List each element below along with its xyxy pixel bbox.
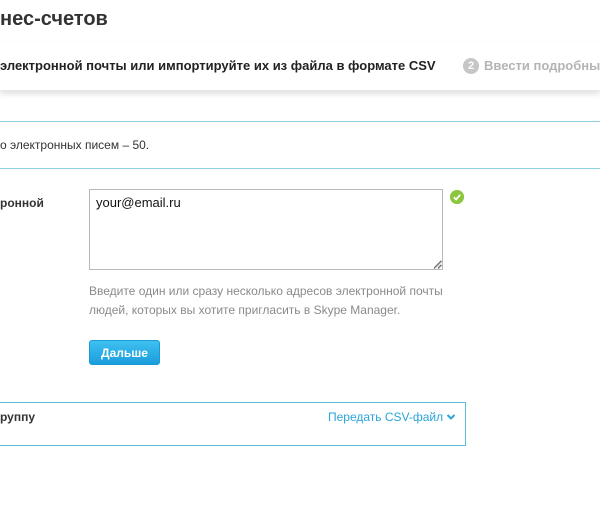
step-number-badge: 2 xyxy=(463,58,479,74)
group-panel: руппу Передать CSV-файл xyxy=(0,402,466,446)
resize-grip-icon[interactable] xyxy=(432,259,442,269)
divider-bottom xyxy=(0,168,600,169)
chevron-down-icon xyxy=(446,414,456,420)
email-input[interactable]: your@email.ru xyxy=(89,189,443,270)
step-1-label: электронной почты или импортируйте их из… xyxy=(0,58,436,73)
limit-notice: о электронных писем – 50. xyxy=(0,138,150,152)
upload-csv-link[interactable]: Передать CSV-файл xyxy=(328,410,456,424)
divider-top xyxy=(0,121,600,122)
group-label: руппу xyxy=(0,410,36,424)
step-2: 2 Ввести подробны xyxy=(463,58,600,74)
email-help-text: Введите один или сразу несколько адресов… xyxy=(89,284,443,317)
upload-csv-label: Передать CSV-файл xyxy=(328,410,444,424)
page-title: нес-счетов xyxy=(0,8,108,30)
step-2-label: Ввести подробны xyxy=(484,58,600,73)
next-button[interactable]: Дальше xyxy=(89,340,160,365)
check-circle-icon xyxy=(450,190,464,204)
email-field-label: ронной xyxy=(0,196,44,210)
step-bar: электронной почты или импортируйте их из… xyxy=(0,42,600,91)
